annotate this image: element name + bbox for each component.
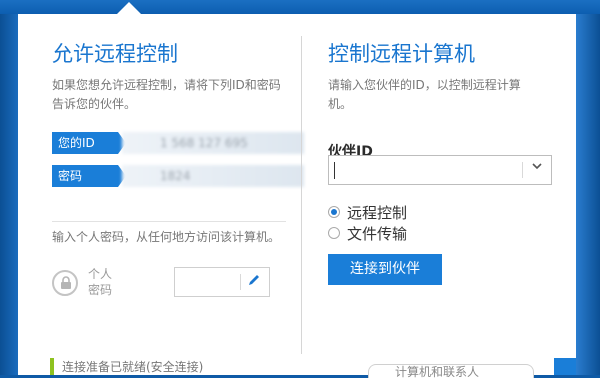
partner-id-input[interactable] [328, 155, 552, 185]
text-cursor [334, 162, 335, 179]
control-remote-title: 控制远程计算机 [328, 42, 475, 66]
personal-password-label: 个人密码 [88, 267, 113, 297]
your-id-label: 您的ID [52, 132, 126, 154]
radio-file-transfer-label: 文件传输 [347, 225, 408, 243]
combo-divider [522, 162, 523, 178]
your-id-value[interactable]: 1 568 127 695 [122, 132, 304, 154]
allow-remote-desc: 如果您想允许远程控制，请将下列ID和密码告诉您的伙伴。 [52, 78, 281, 111]
pencil-icon[interactable] [247, 273, 261, 291]
radio-file-transfer[interactable]: 文件传输 [328, 223, 407, 243]
allow-remote-title: 允许远程控制 [52, 42, 178, 66]
status-indicator [50, 358, 54, 375]
side-expand-tab[interactable] [554, 358, 576, 375]
main-panel: 允许远程控制 如果您想允许远程控制，请将下列ID和密码告诉您的伙伴。 您的ID … [18, 14, 576, 378]
window-frame-left [0, 0, 18, 375]
active-tab-notch [117, 2, 141, 14]
radio-remote-control[interactable]: 远程控制 [328, 202, 407, 222]
radio-selected-icon[interactable] [328, 205, 340, 218]
connect-to-partner-button[interactable]: 连接到伙伴 [328, 254, 442, 285]
section-divider [301, 36, 302, 354]
status-text: 连接准备已就绪(安全连接) [62, 360, 204, 374]
personal-password-desc: 输入个人密码，从任何地方访问该计算机。 [52, 230, 281, 244]
title-bar [0, 0, 600, 14]
input-divider [240, 274, 241, 290]
control-remote-desc: 请输入您伙伴的ID，以控制远程计算机。 [328, 78, 521, 111]
radio-unselected-icon[interactable] [328, 226, 340, 239]
chevron-down-icon[interactable] [531, 160, 543, 176]
password-label: 密码 [52, 165, 126, 187]
lock-icon [59, 276, 73, 293]
personal-password-input[interactable] [174, 267, 270, 297]
left-separator [52, 221, 286, 222]
window-frame-right [576, 0, 600, 375]
radio-remote-control-label: 远程控制 [347, 204, 408, 222]
computers-contacts-button[interactable]: 计算机和联系人 [368, 364, 534, 378]
lock-icon-wrapper [52, 270, 78, 296]
password-value[interactable]: 1824 [122, 165, 304, 187]
